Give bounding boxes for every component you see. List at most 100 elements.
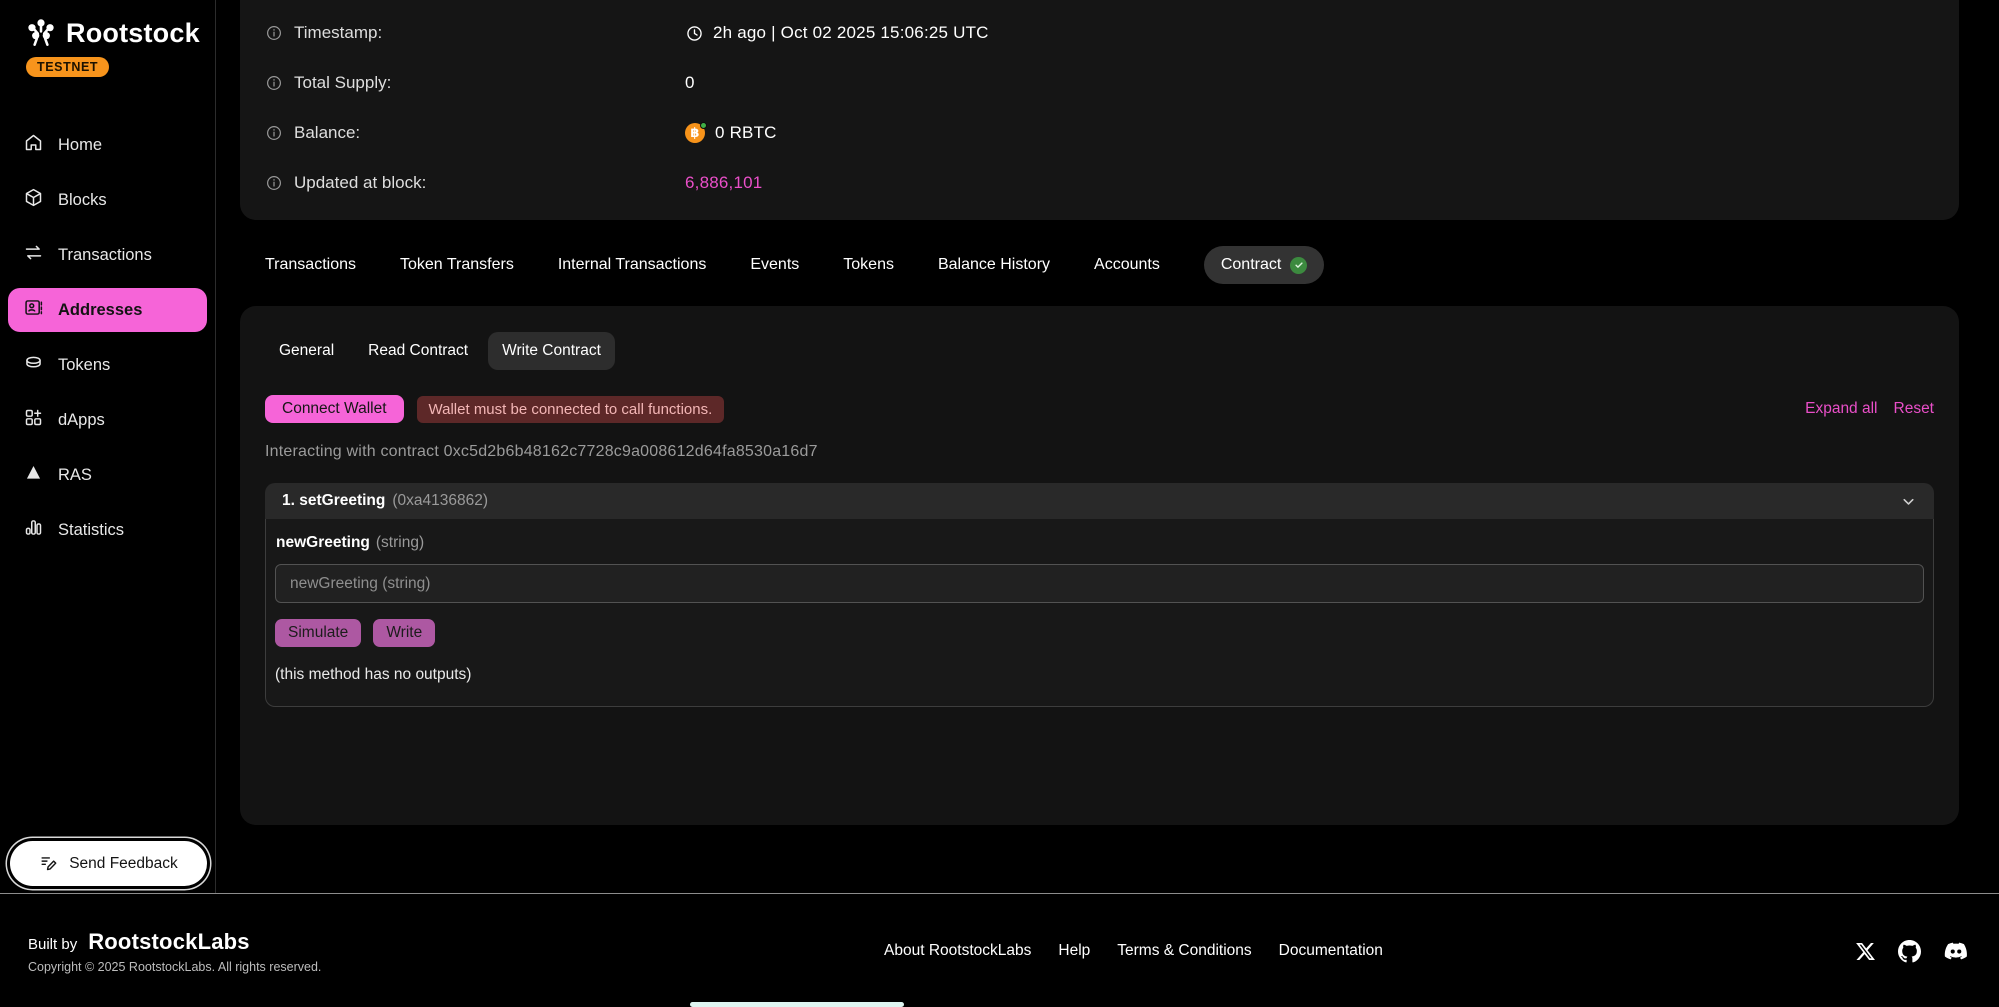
method-accordion: 1. setGreeting (0xa4136862) newGreeting(… bbox=[265, 483, 1934, 707]
send-feedback-button[interactable]: Send Feedback bbox=[10, 841, 207, 886]
footer-link-terms[interactable]: Terms & Conditions bbox=[1117, 942, 1251, 960]
info-label-text: Total Supply: bbox=[294, 73, 391, 93]
home-icon bbox=[23, 132, 44, 158]
tab-events[interactable]: Events bbox=[750, 256, 799, 274]
wallet-row: Connect Wallet Wallet must be connected … bbox=[265, 395, 1934, 423]
contract-panel: General Read Contract Write Contract Con… bbox=[240, 306, 1959, 825]
footer-socials bbox=[1855, 938, 1969, 964]
method-accordion-body: newGreeting(string) Simulate Write (this… bbox=[265, 519, 1934, 707]
contact-card-icon bbox=[23, 297, 44, 323]
updated-block-link[interactable]: 6,886,101 bbox=[685, 173, 762, 193]
info-row-balance: Balance: ฿ 0 RBTC bbox=[265, 108, 1959, 158]
sidebar-item-label: Transactions bbox=[58, 246, 152, 265]
write-button[interactable]: Write bbox=[373, 619, 435, 647]
rootstock-logo[interactable]: Rootstock bbox=[0, 16, 215, 50]
rbtc-coin-icon: ฿ bbox=[685, 123, 706, 144]
connect-wallet-button[interactable]: Connect Wallet bbox=[265, 395, 404, 423]
bar-chart-icon bbox=[23, 517, 44, 543]
param-input[interactable] bbox=[275, 564, 1924, 603]
contract-subtabs: General Read Contract Write Contract bbox=[265, 332, 1934, 370]
info-row-timestamp: Timestamp: 2h ago | Oct 02 2025 15:06:25… bbox=[265, 8, 1959, 58]
coin-icon bbox=[23, 352, 44, 378]
grid-plus-icon bbox=[23, 407, 44, 433]
built-by-label: Built by bbox=[28, 936, 77, 953]
method-buttons: Simulate Write bbox=[275, 619, 1924, 647]
x-icon[interactable] bbox=[1855, 941, 1876, 962]
sidebar-item-ras[interactable]: RAS bbox=[8, 453, 207, 497]
page-layout: Rootstock TESTNET Home Blocks Transactio… bbox=[0, 0, 1999, 894]
method-selector: (0xa4136862) bbox=[392, 492, 488, 510]
sidebar-item-label: RAS bbox=[58, 466, 92, 485]
sidebar-item-addresses[interactable]: Addresses bbox=[8, 288, 207, 332]
tab-accounts[interactable]: Accounts bbox=[1094, 256, 1160, 274]
footer-link-help[interactable]: Help bbox=[1058, 942, 1090, 960]
param-type: (string) bbox=[376, 534, 424, 551]
sidebar: Rootstock TESTNET Home Blocks Transactio… bbox=[0, 0, 216, 893]
wallet-warning: Wallet must be connected to call functio… bbox=[417, 396, 725, 423]
discord-icon[interactable] bbox=[1943, 938, 1969, 964]
verified-check-icon bbox=[1290, 257, 1307, 274]
reset-link[interactable]: Reset bbox=[1894, 400, 1935, 418]
sidebar-item-label: Addresses bbox=[58, 301, 142, 320]
info-label-text: Balance: bbox=[294, 123, 360, 143]
sidebar-item-home[interactable]: Home bbox=[8, 123, 207, 167]
address-info-card: Timestamp: 2h ago | Oct 02 2025 15:06:25… bbox=[240, 0, 1959, 220]
horizontal-scrollbar-thumb[interactable] bbox=[690, 1002, 904, 1007]
tab-token-transfers[interactable]: Token Transfers bbox=[400, 256, 514, 274]
info-icon bbox=[265, 74, 283, 92]
balance-value: 0 RBTC bbox=[715, 123, 777, 143]
rootstock-logo-icon bbox=[24, 16, 58, 50]
triangle-icon bbox=[23, 462, 44, 488]
cube-icon bbox=[23, 187, 44, 213]
sidebar-item-label: Blocks bbox=[58, 191, 107, 210]
sidebar-item-blocks[interactable]: Blocks bbox=[8, 178, 207, 222]
sidebar-item-statistics[interactable]: Statistics bbox=[8, 508, 207, 552]
rootstocklabs-brand[interactable]: RootstockLabs bbox=[88, 929, 250, 955]
subtab-write-contract[interactable]: Write Contract bbox=[488, 332, 615, 370]
tab-contract[interactable]: Contract bbox=[1204, 246, 1324, 284]
tab-internal-transactions[interactable]: Internal Transactions bbox=[558, 256, 707, 274]
swap-arrows-icon bbox=[23, 242, 44, 268]
info-row-total-supply: Total Supply: 0 bbox=[265, 58, 1959, 108]
chevron-down-icon bbox=[1900, 493, 1917, 510]
simulate-button[interactable]: Simulate bbox=[275, 619, 361, 647]
github-icon[interactable] bbox=[1898, 940, 1921, 963]
logo-title: Rootstock bbox=[66, 18, 200, 49]
subtab-general[interactable]: General bbox=[265, 332, 348, 370]
footer-links: About RootstockLabs Help Terms & Conditi… bbox=[884, 942, 1383, 960]
address-tabs: Transactions Token Transfers Internal Tr… bbox=[240, 246, 1959, 284]
info-icon bbox=[265, 24, 283, 42]
expand-all-link[interactable]: Expand all bbox=[1805, 400, 1877, 418]
footer-link-about[interactable]: About RootstockLabs bbox=[884, 942, 1031, 960]
send-feedback-label: Send Feedback bbox=[69, 855, 178, 873]
tab-tokens[interactable]: Tokens bbox=[843, 256, 894, 274]
info-icon bbox=[265, 124, 283, 142]
sidebar-nav: Home Blocks Transactions Addresses Token… bbox=[0, 123, 215, 552]
footer: Built by RootstockLabs Copyright © 2025 … bbox=[0, 894, 1999, 1006]
timestamp-value: 2h ago | Oct 02 2025 15:06:25 UTC bbox=[713, 23, 989, 43]
sidebar-item-label: Home bbox=[58, 136, 102, 155]
sidebar-item-transactions[interactable]: Transactions bbox=[8, 233, 207, 277]
outputs-note: (this method has no outputs) bbox=[275, 666, 1924, 684]
subtab-read-contract[interactable]: Read Contract bbox=[354, 332, 482, 370]
info-label-text: Timestamp: bbox=[294, 23, 382, 43]
sidebar-item-label: Tokens bbox=[58, 356, 110, 375]
total-supply-value: 0 bbox=[685, 73, 695, 93]
method-accordion-header[interactable]: 1. setGreeting (0xa4136862) bbox=[265, 483, 1934, 519]
main-content: Timestamp: 2h ago | Oct 02 2025 15:06:25… bbox=[216, 0, 1999, 893]
info-row-updated-block: Updated at block: 6,886,101 bbox=[265, 158, 1959, 208]
footer-brand-block: Built by RootstockLabs Copyright © 2025 … bbox=[28, 929, 648, 974]
sidebar-item-label: Statistics bbox=[58, 521, 124, 540]
info-icon bbox=[265, 174, 283, 192]
param-label: newGreeting(string) bbox=[275, 534, 1924, 552]
testnet-badge: TESTNET bbox=[26, 57, 109, 77]
interacting-with-contract: Interacting with contract 0xc5d2b6b48162… bbox=[265, 443, 1934, 461]
feedback-pencil-icon bbox=[39, 854, 58, 873]
tab-balance-history[interactable]: Balance History bbox=[938, 256, 1050, 274]
sidebar-item-dapps[interactable]: dApps bbox=[8, 398, 207, 442]
panel-actions: Expand all Reset bbox=[1805, 400, 1934, 418]
tab-transactions[interactable]: Transactions bbox=[265, 256, 356, 274]
footer-link-docs[interactable]: Documentation bbox=[1279, 942, 1383, 960]
sidebar-item-tokens[interactable]: Tokens bbox=[8, 343, 207, 387]
info-label-text: Updated at block: bbox=[294, 173, 426, 193]
